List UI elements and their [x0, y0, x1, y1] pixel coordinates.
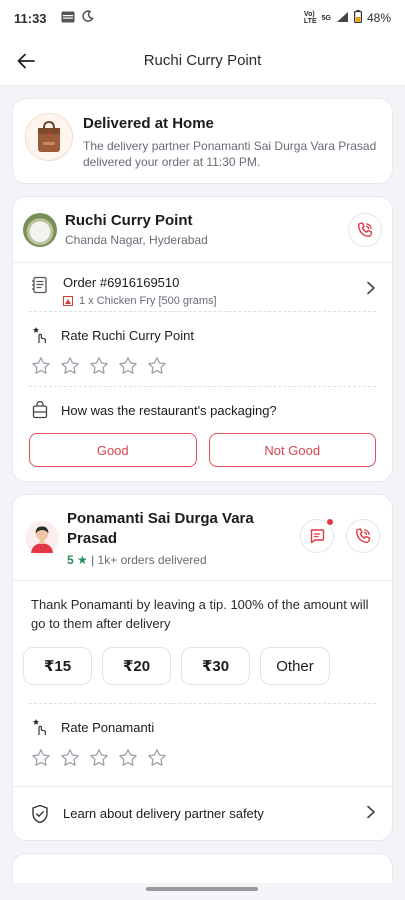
delivery-partner-card: Ponamanti Sai Durga Vara Prasad 5 ★ | 1k… [12, 494, 393, 841]
shield-icon [29, 804, 51, 824]
rate-partner-section: Rate Ponamanti [13, 704, 392, 786]
shopping-bag-icon [25, 113, 73, 161]
call-restaurant-button[interactable] [348, 212, 382, 247]
delivery-status-description: The delivery partner Ponamanti Sai Durga… [83, 139, 377, 169]
tip-options: ₹15 ₹20 ₹30 Other [13, 633, 392, 685]
order-id: Order #6916169510 [63, 275, 180, 290]
star-icon[interactable] [60, 356, 80, 376]
packaging-question-row: How was the restaurant's packaging? [13, 387, 392, 419]
tip-option-15[interactable]: ₹15 [23, 647, 92, 685]
delivery-safety-link[interactable]: Learn about delivery partner safety [13, 786, 392, 840]
order-details-row[interactable]: Order #6916169510 1 x Chicken Fry [500 g… [13, 263, 392, 311]
back-button[interactable] [14, 49, 38, 73]
phone-icon [355, 528, 371, 544]
sim-card-icon [61, 11, 75, 26]
partner-star-rating [29, 748, 376, 768]
delivery-partner-name: Ponamanti Sai Durga Vara Prasad [67, 510, 254, 547]
page-title: Ruchi Curry Point [143, 52, 262, 69]
rate-restaurant-section: Rate Ruchi Curry Point [13, 312, 392, 386]
tip-description: Thank Ponamanti by leaving a tip. 100% o… [31, 597, 369, 631]
status-time: 11:33 [14, 10, 47, 26]
star-icon[interactable] [89, 356, 109, 376]
status-bar: 11:33 Vo) LTE 5G 48% [0, 0, 405, 36]
safety-link-label: Learn about delivery partner safety [63, 806, 264, 821]
chat-icon [310, 529, 325, 544]
delivery-status-title: Delivered at Home [83, 115, 214, 132]
restaurant-image [23, 212, 57, 247]
do-not-disturb-icon [81, 10, 94, 26]
rate-restaurant-label: Rate Ruchi Curry Point [61, 327, 194, 343]
arrow-left-icon [17, 53, 35, 69]
battery-percent: 48% [366, 11, 391, 25]
orders-delivered: | 1k+ orders delivered [91, 553, 207, 567]
delivery-partner-rating: 5 ★ [67, 553, 88, 567]
unread-dot [325, 517, 335, 527]
phone-icon [357, 221, 373, 237]
star-icon[interactable] [118, 748, 138, 768]
volte-indicator: Vo) LTE [303, 11, 317, 25]
rate-tap-icon [29, 326, 51, 344]
delivery-partner-avatar [25, 521, 59, 555]
star-icon[interactable] [89, 748, 109, 768]
delivery-status-card: Delivered at Home The delivery partner P… [12, 98, 393, 184]
restaurant-star-rating [29, 356, 376, 376]
star-icon[interactable] [60, 748, 80, 768]
order-item: 1 x Chicken Fry [500 grams] [63, 295, 217, 307]
tip-option-20[interactable]: ₹20 [102, 647, 171, 685]
chevron-right-icon [366, 805, 376, 822]
non-veg-icon [63, 296, 73, 306]
star-icon[interactable] [147, 748, 167, 768]
chevron-right-icon [366, 275, 376, 300]
packaging-question: How was the restaurant's packaging? [61, 402, 277, 418]
battery-icon [353, 10, 362, 26]
tip-option-other[interactable]: Other [260, 647, 330, 685]
star-icon[interactable] [118, 356, 138, 376]
package-icon [29, 401, 51, 419]
restaurant-location: Chanda Nagar, Hyderabad [65, 233, 208, 247]
signal-icon [336, 11, 349, 26]
star-icon[interactable] [31, 748, 51, 768]
next-card-peek [12, 853, 393, 883]
packaging-options: Good Not Good [13, 419, 392, 481]
restaurant-name: Ruchi Curry Point [65, 212, 193, 229]
network-5g-label: 5G [321, 14, 331, 22]
star-icon[interactable] [31, 356, 51, 376]
star-icon[interactable] [147, 356, 167, 376]
order-item-text: 1 x Chicken Fry [500 grams] [79, 295, 217, 307]
delivery-partner-meta: 5 ★ | 1k+ orders delivered [67, 553, 297, 567]
packaging-good-button[interactable]: Good [29, 433, 197, 467]
call-partner-button[interactable] [346, 519, 380, 553]
rate-tap-icon [29, 718, 51, 736]
rate-partner-label: Rate Ponamanti [61, 719, 155, 735]
app-bar: Ruchi Curry Point [0, 36, 405, 86]
packaging-not-good-button[interactable]: Not Good [208, 433, 376, 467]
tip-option-30[interactable]: ₹30 [181, 647, 250, 685]
receipt-icon [29, 275, 51, 294]
gesture-home-bar[interactable] [146, 887, 258, 891]
restaurant-card: Ruchi Curry Point Chanda Nagar, Hyderaba… [12, 196, 393, 482]
chat-partner-button[interactable] [300, 517, 335, 553]
